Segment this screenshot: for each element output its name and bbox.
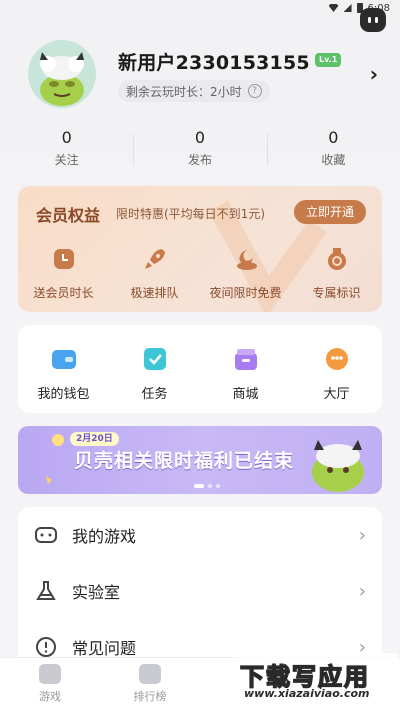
message-eye-left bbox=[368, 17, 371, 23]
banner-title: 贝壳相关限时福利已结束 bbox=[74, 450, 295, 472]
vip-title: 会员权益 bbox=[36, 206, 101, 225]
promo-banner[interactable]: 2月20日 贝壳相关限时福利已结束 bbox=[18, 426, 382, 494]
level-badge: Lv.1 bbox=[315, 53, 342, 67]
vip-benefit-label: 专属标识 bbox=[312, 286, 361, 300]
signal-icon bbox=[343, 4, 352, 12]
quick-label: 我的钱包 bbox=[37, 387, 90, 402]
quick-label: 大厅 bbox=[323, 387, 350, 402]
tab-label: 排行榜 bbox=[133, 690, 167, 703]
quick-label: 任务 bbox=[141, 387, 168, 402]
rocket-icon bbox=[144, 249, 165, 269]
vip-benefits: 送会员时长 极速排队 夜间限时免费 专属标识 bbox=[18, 246, 382, 301]
gamepad-icon bbox=[35, 527, 57, 543]
watermark-url: www.xiazaiviao.com bbox=[244, 687, 370, 700]
username: 新用户2330153155 bbox=[118, 52, 310, 74]
quick-hall[interactable]: 大厅 bbox=[291, 347, 382, 413]
info-icon bbox=[36, 637, 56, 657]
avatar[interactable] bbox=[28, 40, 96, 108]
tab-label: 游戏 bbox=[39, 690, 61, 703]
quick-task[interactable]: 任务 bbox=[109, 347, 200, 413]
stat-value: 0 bbox=[328, 128, 339, 147]
game-tab-icon bbox=[39, 664, 61, 684]
menu-item-my-games[interactable]: 我的游戏 › bbox=[18, 507, 382, 563]
chevron-right-icon: › bbox=[358, 524, 366, 546]
playtime-label: 剩余云玩时长：2小时 bbox=[126, 84, 242, 99]
tab-ranking[interactable]: 排行榜 bbox=[100, 658, 200, 711]
tab-games[interactable]: 游戏 bbox=[0, 658, 100, 711]
moon-cloud-icon bbox=[236, 250, 257, 270]
banner-dot-active bbox=[194, 484, 204, 488]
stat-label: 关注 bbox=[54, 153, 79, 167]
vip-activate-button[interactable]: 立即开通 bbox=[293, 200, 366, 224]
stats-row: 0 关注 0 发布 0 收藏 bbox=[0, 128, 400, 174]
vip-benefit-badge[interactable]: 专属标识 bbox=[291, 246, 382, 301]
vip-subtitle: 限时特惠(平均每日不到1元) bbox=[116, 207, 265, 221]
stat-posts[interactable]: 0 发布 bbox=[133, 128, 266, 174]
message-eye-right bbox=[375, 17, 378, 23]
stat-value: 0 bbox=[194, 128, 206, 147]
playtime-pill[interactable]: 剩余云玩时长：2小时 ? bbox=[118, 80, 270, 102]
status-bar: 6:08 bbox=[0, 0, 400, 16]
chevron-right-icon[interactable]: › bbox=[370, 62, 378, 86]
stat-value: 0 bbox=[61, 128, 72, 147]
wallet-icon bbox=[51, 350, 76, 369]
vip-benefit-label: 极速排队 bbox=[130, 286, 179, 300]
stat-favorites[interactable]: 0 收藏 bbox=[266, 128, 400, 174]
menu-item-lab[interactable]: 实验室 › bbox=[18, 563, 382, 619]
banner-date-tag: 2月20日 bbox=[70, 432, 119, 446]
vip-benefit-label: 夜间限时免费 bbox=[209, 286, 282, 300]
help-icon[interactable]: ? bbox=[247, 84, 262, 98]
clock-icon bbox=[53, 249, 74, 269]
site-watermark: 下载写应用 www.xiazaiviao.com bbox=[234, 653, 398, 703]
menu-label: 我的游戏 bbox=[72, 527, 137, 546]
avatar-monster-icon bbox=[28, 40, 96, 108]
banner-dot bbox=[208, 484, 212, 488]
wifi-icon bbox=[328, 4, 339, 12]
vip-card[interactable]: 会员权益 限时特惠(平均每日不到1元) 立即开通 送会员时长 极速排队 夜间限时… bbox=[18, 186, 382, 312]
quick-wallet[interactable]: 我的钱包 bbox=[18, 347, 109, 413]
shop-icon bbox=[234, 349, 257, 370]
quick-shop[interactable]: 商城 bbox=[200, 347, 291, 413]
vip-benefit-queue[interactable]: 极速排队 bbox=[109, 246, 200, 301]
banner-pagination bbox=[194, 484, 220, 488]
stat-label: 发布 bbox=[187, 153, 212, 167]
quick-actions: 我的钱包 任务 商城 大厅 bbox=[18, 325, 382, 413]
quick-label: 商城 bbox=[232, 387, 259, 402]
banner-dot bbox=[216, 484, 220, 488]
vip-benefit-night[interactable]: 夜间限时免费 bbox=[200, 246, 291, 301]
vip-benefit-duration[interactable]: 送会员时长 bbox=[18, 246, 109, 301]
flask-icon bbox=[36, 581, 56, 600]
profile-header[interactable]: 新用户2330153155 Lv.1 剩余云玩时长：2小时 ? › bbox=[28, 40, 380, 110]
hall-icon bbox=[325, 348, 348, 370]
task-icon bbox=[143, 348, 166, 370]
stat-following[interactable]: 0 关注 bbox=[0, 128, 133, 174]
vip-benefit-label: 送会员时长 bbox=[33, 286, 94, 300]
stat-label: 收藏 bbox=[321, 153, 346, 167]
chevron-right-icon: › bbox=[358, 580, 366, 602]
message-button[interactable] bbox=[360, 8, 386, 32]
menu-label: 实验室 bbox=[72, 583, 121, 602]
ranking-tab-icon bbox=[139, 664, 161, 684]
medal-icon bbox=[327, 248, 346, 270]
